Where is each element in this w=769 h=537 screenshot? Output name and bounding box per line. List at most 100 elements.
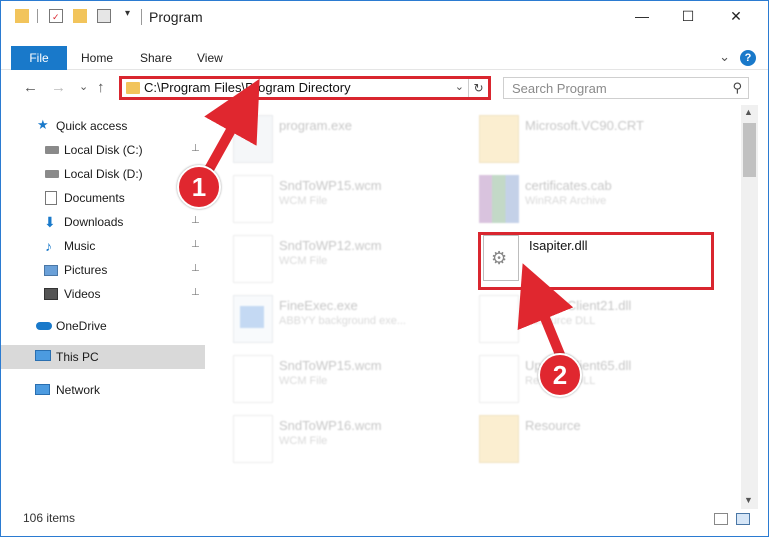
- sidebar-item-label: Local Disk (D:): [64, 167, 143, 181]
- refresh-icon[interactable]: ↻: [468, 79, 488, 97]
- list-item[interactable]: Microsoft.VC90.CRT: [479, 115, 719, 171]
- address-dropdown-icon[interactable]: ⌄: [455, 80, 464, 93]
- sidebar-item-onedrive[interactable]: OneDrive: [1, 315, 205, 337]
- list-item[interactable]: SndToWP15.wcm WCM File: [233, 355, 473, 411]
- sidebar-item-pictures[interactable]: Pictures ⊥: [1, 259, 205, 281]
- list-item[interactable]: program.exe: [233, 115, 473, 171]
- list-item[interactable]: certificates.cab WinRAR Archive: [479, 175, 719, 231]
- list-item[interactable]: SndToWP16.wcm WCM File: [233, 415, 473, 471]
- sidebar-item-quick-access[interactable]: ★ Quick access: [1, 115, 205, 137]
- recent-locations-icon[interactable]: ⌄: [79, 80, 88, 93]
- maximize-button[interactable]: ☐: [665, 1, 711, 31]
- back-arrow-icon[interactable]: ←: [23, 79, 38, 96]
- list-item[interactable]: UpdateClient21.dll Resource DLL: [479, 295, 719, 351]
- search-icon[interactable]: ⚲: [732, 80, 742, 96]
- exe-file-icon: [233, 115, 273, 163]
- address-bar[interactable]: C:\Program Files\Program Directory ⌄ ↻: [119, 76, 491, 100]
- file-name: Resource: [525, 418, 581, 433]
- list-item[interactable]: SndToWP12.wcm WCM File: [233, 235, 473, 291]
- sidebar-item-downloads[interactable]: ⬇ Downloads ⊥: [1, 211, 205, 233]
- file-type: ABBYY background exe...: [279, 315, 406, 327]
- drive-icon: [45, 146, 59, 154]
- sidebar-item-documents[interactable]: Documents ⊥: [1, 187, 205, 209]
- step-1-badge: 1: [177, 165, 221, 209]
- drive-icon: [45, 170, 59, 178]
- file-name: SndToWP16.wcm: [279, 418, 382, 433]
- sidebar-item-this-pc[interactable]: This PC: [1, 345, 205, 369]
- sidebar-item-local-disk-d[interactable]: Local Disk (D:): [1, 163, 205, 185]
- folder-icon: [479, 415, 519, 463]
- cloud-icon: [36, 322, 52, 330]
- document-icon: [233, 235, 273, 283]
- sidebar-item-label: This PC: [56, 350, 99, 364]
- pin-icon[interactable]: ⊥: [191, 287, 200, 298]
- sidebar-item-local-disk-c[interactable]: Local Disk (C:) ⊥: [1, 139, 205, 161]
- large-icons-view-icon[interactable]: [736, 513, 750, 525]
- tab-share[interactable]: Share: [140, 46, 172, 70]
- file-name: SndToWP12.wcm: [279, 238, 382, 253]
- file-name: UpdateClient21.dll: [525, 298, 632, 313]
- minimize-button[interactable]: —: [619, 1, 665, 31]
- list-item[interactable]: SndToWP15.wcm WCM File: [233, 175, 473, 231]
- tab-view[interactable]: View: [197, 46, 223, 70]
- file-type: WCM File: [279, 375, 328, 387]
- properties-icon[interactable]: ✓: [49, 9, 63, 23]
- sidebar-item-music[interactable]: ♪ Music ⊥: [1, 235, 205, 257]
- list-item[interactable]: Resource: [479, 415, 719, 471]
- up-arrow-icon[interactable]: ↑: [97, 79, 105, 96]
- downloads-icon: ⬇: [44, 214, 56, 230]
- list-item[interactable]: UpdateClient65.dll Resource DLL: [479, 355, 719, 411]
- pin-icon[interactable]: ⊥: [191, 263, 200, 274]
- file-name: program.exe: [279, 118, 352, 133]
- documents-icon: [45, 191, 57, 205]
- sidebar-item-label: Videos: [64, 287, 101, 301]
- file-name: certificates.cab: [525, 178, 612, 193]
- sidebar-item-label: Pictures: [64, 263, 108, 277]
- sidebar-item-network[interactable]: Network: [1, 379, 205, 401]
- computer-icon: [35, 350, 51, 361]
- step-2-badge: 2: [538, 353, 582, 397]
- status-bar: 106 items: [1, 509, 768, 536]
- tab-file[interactable]: File: [11, 46, 67, 70]
- sidebar-item-label: Local Disk (C:): [64, 143, 143, 157]
- new-folder-icon[interactable]: [73, 9, 87, 23]
- explorer-window: ✓ ▾ Program — ☐ ✕ File Home Share View ⌄…: [0, 0, 769, 537]
- vertical-scrollbar[interactable]: ▲ ▼: [741, 105, 758, 509]
- expand-ribbon-icon[interactable]: ⌄: [719, 49, 730, 65]
- search-input[interactable]: Search Program ⚲: [503, 77, 749, 99]
- tab-home[interactable]: Home: [81, 46, 113, 70]
- scroll-down-icon[interactable]: ▼: [744, 495, 753, 505]
- scroll-up-icon[interactable]: ▲: [744, 107, 753, 117]
- divider: [141, 9, 142, 25]
- list-item[interactable]: FineExec.exe ABBYY background exe...: [233, 295, 473, 351]
- dll-gear-icon: [479, 355, 519, 403]
- details-view-icon[interactable]: [714, 513, 728, 525]
- pictures-icon: [44, 265, 58, 276]
- address-path[interactable]: C:\Program Files\Program Directory: [144, 80, 351, 95]
- pin-icon[interactable]: ⊥: [191, 143, 200, 154]
- sidebar-item-label: Music: [64, 239, 96, 253]
- file-type: Resource DLL: [525, 315, 596, 327]
- help-icon[interactable]: ?: [740, 50, 756, 66]
- document-icon: [233, 415, 273, 463]
- sidebar-item-videos[interactable]: Videos ⊥: [1, 283, 205, 305]
- folder-icon: [126, 82, 140, 94]
- scroll-thumb[interactable]: [743, 123, 756, 177]
- view-options-icon[interactable]: [97, 9, 111, 23]
- pin-icon[interactable]: ⊥: [191, 239, 200, 250]
- document-icon: [233, 175, 273, 223]
- pin-icon[interactable]: ⊥: [191, 215, 200, 226]
- file-name: SndToWP15.wcm: [279, 178, 382, 193]
- forward-arrow-icon[interactable]: →: [51, 79, 66, 96]
- dll-gear-icon: [479, 295, 519, 343]
- sidebar-item-label: Documents: [64, 191, 125, 205]
- file-type: WCM File: [279, 255, 328, 267]
- music-icon: ♪: [45, 238, 52, 254]
- close-button[interactable]: ✕: [713, 1, 759, 31]
- videos-icon: [44, 288, 58, 300]
- customize-toolbar-icon[interactable]: ▾: [125, 8, 130, 19]
- file-name: Microsoft.VC90.CRT: [525, 118, 644, 133]
- item-count: 106 items: [23, 511, 76, 525]
- folder-icon: [479, 115, 519, 163]
- exe-file-icon: [233, 295, 273, 343]
